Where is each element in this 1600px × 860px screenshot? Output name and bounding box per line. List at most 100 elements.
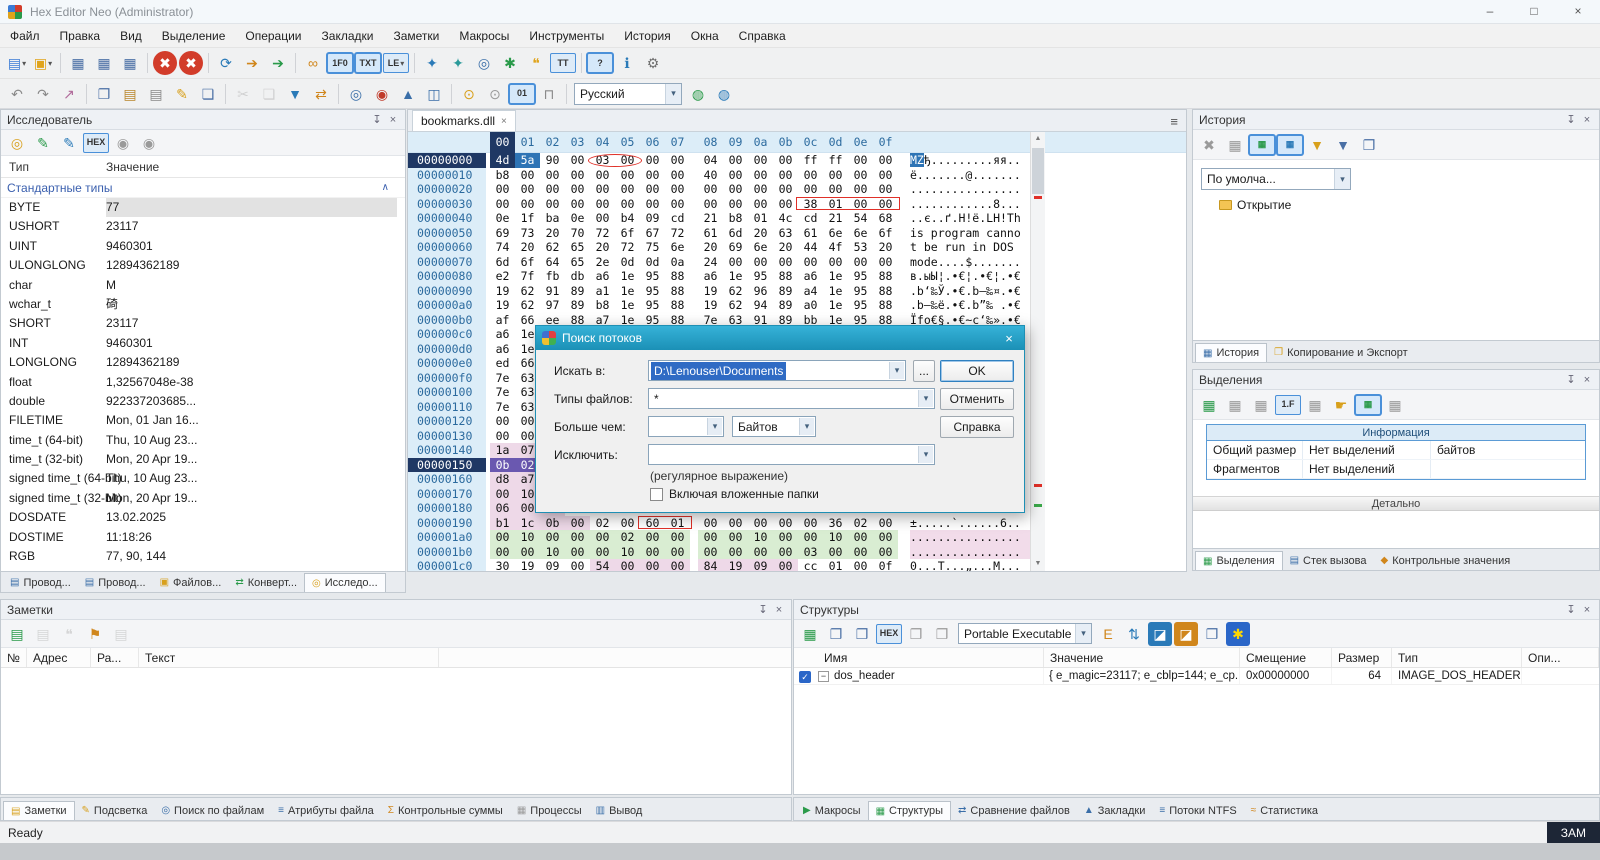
hex-byte[interactable]: ed bbox=[490, 356, 515, 371]
hex-byte[interactable]: 00 bbox=[565, 559, 590, 571]
hex-byte[interactable]: 00 bbox=[490, 197, 515, 212]
hex-byte[interactable]: 1e bbox=[823, 284, 848, 299]
hex-byte[interactable]: 00 bbox=[565, 182, 590, 197]
hex-byte[interactable]: 00 bbox=[773, 255, 798, 270]
history-tab-История[interactable]: ▦История bbox=[1195, 343, 1267, 362]
paste-icon[interactable]: ▤ bbox=[118, 82, 142, 106]
dialog-close-icon[interactable]: × bbox=[1000, 331, 1018, 346]
hex-byte[interactable]: 00 bbox=[515, 545, 540, 560]
hex-byte[interactable]: 88 bbox=[665, 269, 690, 284]
dock-left-tab-Атрибуты файла[interactable]: ≡Атрибуты файла bbox=[271, 801, 381, 820]
hex-byte[interactable]: 10 bbox=[823, 530, 848, 545]
hex-address[interactable]: 000001a0 bbox=[408, 530, 486, 545]
hex-byte[interactable]: 00 bbox=[490, 545, 515, 560]
explorer-type-row[interactable]: INT9460301 bbox=[1, 334, 405, 353]
byte-order-le-icon[interactable]: LE▾ bbox=[383, 53, 409, 73]
explorer-type-row[interactable]: SHORT23117 bbox=[1, 314, 405, 333]
hex-byte[interactable]: 00 bbox=[773, 182, 798, 197]
hex-byte[interactable]: 09 bbox=[640, 211, 665, 226]
hex-byte[interactable]: 00 bbox=[640, 545, 665, 560]
hex-byte[interactable]: a6 bbox=[490, 342, 515, 357]
hex-byte[interactable]: 00 bbox=[615, 197, 640, 212]
explorer-find-icon[interactable]: ◎ bbox=[5, 131, 29, 155]
hex-byte[interactable]: 01 bbox=[665, 516, 690, 531]
hex-byte[interactable]: 20 bbox=[873, 240, 898, 255]
hex-byte[interactable]: a6 bbox=[698, 269, 723, 284]
hex-byte[interactable]: 1e bbox=[823, 269, 848, 284]
hex-col-header[interactable]: 0c bbox=[798, 132, 823, 153]
hex-byte[interactable]: 65 bbox=[565, 240, 590, 255]
hex-byte[interactable]: 00 bbox=[698, 530, 723, 545]
hex-byte[interactable]: 00 bbox=[848, 545, 873, 560]
selections-tab-Выделения[interactable]: ▦Выделения bbox=[1195, 551, 1283, 570]
hex-byte[interactable]: 00 bbox=[773, 530, 798, 545]
language-select[interactable]: Русский▾ bbox=[574, 83, 682, 105]
hex-byte[interactable]: 00 bbox=[590, 182, 615, 197]
dock-right-tab-Статистика[interactable]: ≈Статистика bbox=[1244, 801, 1325, 820]
hex-byte[interactable]: 7e bbox=[490, 385, 515, 400]
hex-byte[interactable]: 00 bbox=[590, 197, 615, 212]
hex-byte[interactable]: 6f bbox=[873, 226, 898, 241]
select-block-icon[interactable]: ◫ bbox=[422, 82, 446, 106]
hex-col-header[interactable]: 06 bbox=[640, 132, 665, 153]
close-icon[interactable]: × bbox=[1579, 374, 1595, 386]
include-subfolders-checkbox[interactable] bbox=[650, 488, 663, 501]
hex-byte[interactable]: 91 bbox=[540, 284, 565, 299]
selection-grid-1-icon[interactable]: ▦ bbox=[1223, 393, 1247, 417]
hex-byte[interactable]: 62 bbox=[515, 284, 540, 299]
selections-details-bar[interactable]: Детально bbox=[1193, 496, 1599, 511]
hex-byte[interactable]: 00 bbox=[665, 559, 690, 571]
maximize-button[interactable]: □ bbox=[1512, 0, 1556, 23]
hex-byte[interactable]: 95 bbox=[848, 269, 873, 284]
hex-byte[interactable]: 65 bbox=[565, 255, 590, 270]
explorer-type-row[interactable]: ULONGLONG12894362189 bbox=[1, 256, 405, 275]
hex-byte[interactable]: 01 bbox=[748, 211, 773, 226]
menu-item-Инструменты[interactable]: Инструменты bbox=[519, 26, 614, 46]
hex-col-header[interactable]: 01 bbox=[515, 132, 540, 153]
hex-byte[interactable]: 62 bbox=[723, 284, 748, 299]
explorer-tab-Провод...[interactable]: ▤Провод... bbox=[78, 573, 153, 592]
hex-byte[interactable]: 67 bbox=[640, 226, 665, 241]
hex-byte[interactable]: 1e bbox=[723, 269, 748, 284]
hex-byte[interactable]: 00 bbox=[748, 545, 773, 560]
goto-offset-icon[interactable]: ↗ bbox=[57, 82, 81, 106]
hex-byte[interactable]: 00 bbox=[565, 197, 590, 212]
hex-address[interactable]: 000000e0 bbox=[408, 356, 486, 371]
selection-grid-2-icon[interactable]: ▦ bbox=[1249, 393, 1273, 417]
hex-byte[interactable]: 00 bbox=[748, 153, 773, 168]
dock-left-tab-Вывод[interactable]: ▥Вывод bbox=[589, 801, 650, 820]
hex-byte[interactable]: 6d bbox=[490, 255, 515, 270]
hex-byte[interactable]: 00 bbox=[490, 182, 515, 197]
hex-byte[interactable]: 69 bbox=[490, 226, 515, 241]
hex-byte[interactable]: 00 bbox=[490, 530, 515, 545]
hex-byte[interactable]: 00 bbox=[873, 168, 898, 183]
hex-byte[interactable]: 00 bbox=[873, 530, 898, 545]
hex-byte[interactable]: 00 bbox=[823, 545, 848, 560]
scroll-down-icon[interactable]: ▼ bbox=[1031, 557, 1045, 571]
hex-byte[interactable]: 00 bbox=[665, 545, 690, 560]
hex-byte[interactable]: 00 bbox=[798, 530, 823, 545]
hex-byte[interactable]: 75 bbox=[640, 240, 665, 255]
hex-byte[interactable]: 0d bbox=[615, 255, 640, 270]
pin-icon[interactable]: ↧ bbox=[755, 603, 771, 616]
hex-address[interactable]: 00000050 bbox=[408, 226, 486, 241]
hex-byte[interactable]: 00 bbox=[748, 197, 773, 212]
dock-left-tab-Процессы[interactable]: ▦Процессы bbox=[510, 801, 589, 820]
hex-byte[interactable]: 72 bbox=[590, 226, 615, 241]
hex-byte[interactable]: 02 bbox=[590, 516, 615, 531]
hex-byte[interactable]: af bbox=[490, 313, 515, 328]
hex-address[interactable]: 00000170 bbox=[408, 487, 486, 502]
struct-grid-a-icon[interactable]: ❐ bbox=[824, 622, 848, 646]
hex-byte[interactable]: 00 bbox=[848, 559, 873, 571]
hex-address[interactable]: 00000160 bbox=[408, 472, 486, 487]
hex-address[interactable]: 000000d0 bbox=[408, 342, 486, 357]
history-branch-select[interactable]: По умолча... ▾ bbox=[1201, 168, 1351, 190]
paste-special-icon[interactable]: ▤ bbox=[144, 82, 168, 106]
hex-byte[interactable]: 21 bbox=[823, 211, 848, 226]
hex-byte[interactable]: 00 bbox=[565, 168, 590, 183]
hex-byte[interactable]: cd bbox=[665, 211, 690, 226]
hex-byte[interactable]: 10 bbox=[540, 545, 565, 560]
hex-byte[interactable]: 00 bbox=[848, 182, 873, 197]
hex-byte[interactable]: 00 bbox=[540, 530, 565, 545]
pin-icon[interactable]: ↧ bbox=[369, 113, 385, 126]
